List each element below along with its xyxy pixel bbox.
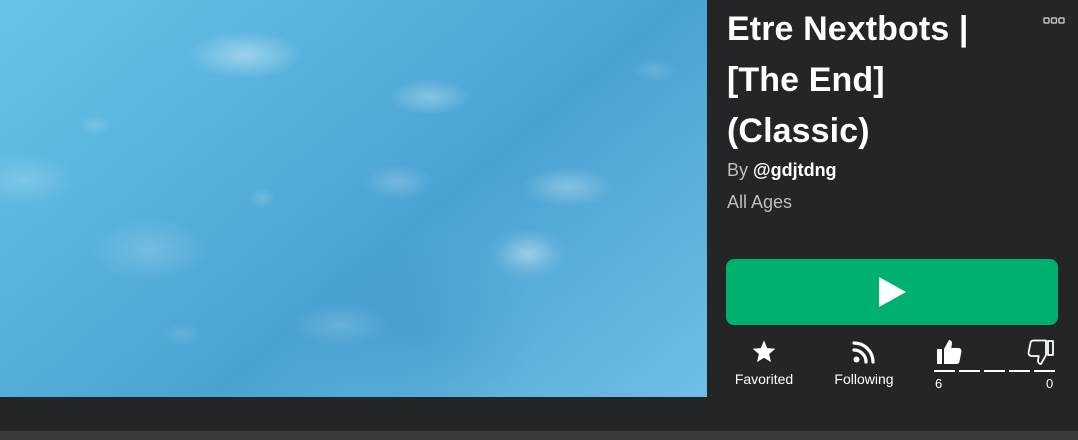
downvote-button[interactable] — [1026, 337, 1056, 367]
favorite-label: Favorited — [734, 371, 794, 387]
more-icon — [1043, 17, 1065, 24]
downvote-count: 0 — [1046, 376, 1054, 391]
creator-prefix: By — [727, 160, 749, 180]
vote-ratio-bar — [934, 370, 1056, 372]
play-button[interactable] — [726, 259, 1058, 325]
creator-line: By @gdjtdng — [727, 159, 837, 181]
upvote-count: 6 — [935, 376, 943, 391]
game-details-page: Etre Nextbots | [The End] (Classic) By @… — [0, 0, 1078, 440]
rss-icon — [852, 341, 875, 364]
favorite-button[interactable]: Favorited — [729, 338, 799, 387]
star-icon — [752, 340, 776, 363]
creator-link[interactable]: @gdjtdng — [753, 160, 837, 180]
thumbs-up-icon — [937, 340, 962, 364]
thumbs-down-icon — [1027, 339, 1054, 365]
play-icon — [879, 277, 906, 307]
game-title: Etre Nextbots | [The End] (Classic) — [727, 10, 969, 150]
upvote-button[interactable] — [934, 337, 964, 367]
tab-strip — [0, 431, 1078, 440]
more-options-button[interactable] — [1043, 14, 1065, 28]
follow-label: Following — [834, 371, 894, 387]
game-thumbnail — [0, 0, 707, 397]
follow-button[interactable]: Following — [828, 338, 900, 387]
age-rating: All Ages — [727, 192, 793, 212]
